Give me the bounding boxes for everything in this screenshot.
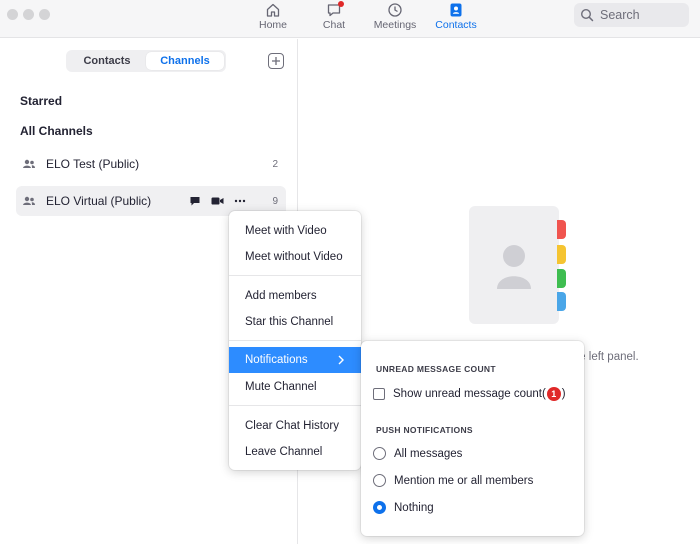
starred-heading[interactable]: Starred — [20, 94, 62, 108]
chat-icon — [326, 1, 344, 18]
chat-bubble-icon[interactable] — [189, 195, 201, 207]
window-zoom-button[interactable] — [39, 9, 50, 20]
push-option-label: All messages — [394, 447, 463, 460]
all-channels-heading[interactable]: All Channels — [20, 124, 93, 138]
push-notifications-heading: PUSH NOTIFICATIONS — [376, 425, 473, 435]
radio-mentions[interactable] — [373, 474, 386, 487]
clock-icon — [387, 2, 403, 18]
notifications-submenu: UNREAD MESSAGE COUNT Show unread message… — [361, 341, 584, 536]
channel-member-count: 9 — [272, 195, 278, 207]
channel-member-count: 2 — [272, 158, 278, 170]
push-option-all-messages[interactable]: All messages — [373, 447, 462, 460]
book-tab-yellow — [557, 245, 566, 264]
contacts-book-illustration — [469, 206, 559, 324]
menu-item-notifications[interactable]: Notifications — [229, 347, 361, 373]
nav-tab-meetings-label: Meetings — [373, 19, 417, 31]
add-button[interactable] — [268, 53, 284, 69]
menu-divider — [229, 340, 361, 341]
book-tab-green — [557, 269, 566, 288]
segment-channels[interactable]: Channels — [146, 52, 224, 70]
search-placeholder: Search — [600, 8, 640, 22]
channel-name: ELO Virtual (Public) — [46, 194, 152, 208]
push-option-mentions[interactable]: Mention me or all members — [373, 474, 533, 487]
home-icon — [265, 2, 281, 18]
radio-nothing[interactable] — [373, 501, 386, 514]
menu-item-add-members[interactable]: Add members — [229, 283, 361, 309]
menu-divider — [229, 405, 361, 406]
menu-item-clear-chat-history[interactable]: Clear Chat History — [229, 413, 361, 439]
show-unread-count-option[interactable]: Show unread message count(1) — [373, 387, 566, 401]
show-unread-count-suffix: ) — [561, 388, 566, 400]
nav-tab-contacts-label: Contacts — [435, 19, 477, 31]
show-unread-count-label: Show unread message count( — [393, 388, 546, 400]
title-bar: Home Chat Meetings Contacts Search — [0, 0, 700, 38]
nav-tab-meetings[interactable]: Meetings — [372, 0, 418, 38]
nav-tab-home-label: Home — [258, 19, 287, 31]
menu-item-meet-without-video[interactable]: Meet without Video — [229, 244, 361, 270]
chevron-right-icon — [338, 355, 344, 365]
radio-all-messages[interactable] — [373, 447, 386, 460]
more-icon[interactable] — [234, 199, 246, 203]
menu-item-star-channel[interactable]: Star this Channel — [229, 309, 361, 335]
menu-divider — [229, 275, 361, 276]
unread-count-heading: UNREAD MESSAGE COUNT — [376, 364, 496, 374]
unread-count-badge: 1 — [546, 387, 561, 401]
nav-tab-home[interactable]: Home — [255, 0, 291, 38]
book-tab-blue — [557, 292, 566, 311]
show-unread-count-checkbox[interactable] — [373, 388, 385, 400]
channel-context-menu: Meet with Video Meet without Video Add m… — [229, 211, 361, 470]
nav-tab-chat[interactable]: Chat — [319, 0, 349, 38]
plus-icon — [272, 57, 280, 65]
contacts-channels-segmented-control: Contacts Channels — [66, 50, 226, 72]
channel-group-icon — [22, 194, 36, 208]
nav-tab-contacts[interactable]: Contacts — [433, 0, 479, 38]
push-option-label: Mention me or all members — [394, 474, 534, 487]
window-minimize-button[interactable] — [23, 9, 34, 20]
chat-unread-dot — [338, 1, 344, 7]
segment-contacts[interactable]: Contacts — [68, 52, 146, 70]
menu-item-mute-channel[interactable]: Mute Channel — [229, 374, 361, 400]
contact-person-icon — [497, 245, 531, 289]
channel-group-icon — [22, 157, 36, 171]
contacts-icon — [448, 2, 464, 18]
search-input[interactable]: Search — [574, 3, 689, 27]
nav-tab-chat-label: Chat — [322, 19, 346, 31]
book-tab-red — [557, 220, 566, 239]
channel-row[interactable]: ELO Test (Public) 2 — [16, 149, 286, 179]
channel-row-actions — [189, 195, 246, 207]
menu-item-notifications-label: Notifications — [245, 354, 308, 366]
video-camera-icon[interactable] — [211, 196, 224, 206]
search-icon — [580, 8, 594, 22]
menu-item-leave-channel[interactable]: Leave Channel — [229, 439, 361, 465]
window-close-button[interactable] — [7, 9, 18, 20]
push-option-nothing[interactable]: Nothing — [373, 501, 434, 514]
channel-name: ELO Test (Public) — [46, 157, 140, 171]
menu-item-meet-with-video[interactable]: Meet with Video — [229, 218, 361, 244]
push-option-label: Nothing — [394, 501, 434, 514]
